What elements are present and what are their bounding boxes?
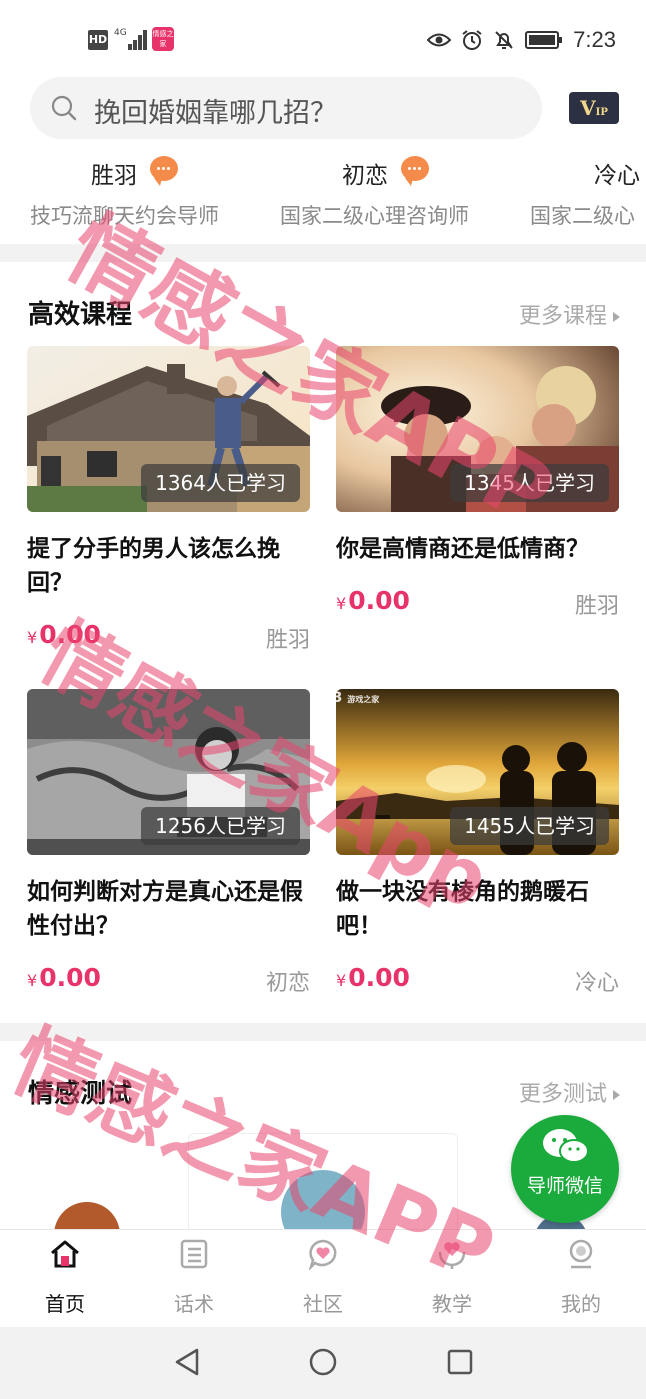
app-notification-icon: 情感之家 [152, 27, 174, 51]
list-icon [180, 1239, 208, 1269]
wechat-label: 导师微信 [526, 1175, 603, 1197]
home-circle-icon[interactable] [308, 1347, 338, 1377]
more-tests-link[interactable]: 更多测试 [519, 1076, 620, 1108]
mentor-desc: 国家二级心理咨询师 [280, 204, 469, 228]
tab-label: 首页 [45, 1292, 85, 1316]
course-author: 冷心 [574, 971, 619, 996]
course-price: ¥0.00 [336, 963, 410, 992]
tab-label: 社区 [303, 1292, 343, 1316]
test-card[interactable] [188, 1133, 458, 1254]
course-card[interactable]: 1364人已学习 提了分手的男人该怎么挽回？ ¥0.00 胜羽 [27, 346, 310, 666]
hd-indicator: HD [88, 30, 108, 50]
k73-watermark: K73 游戏之家 [312, 690, 380, 706]
tab-home[interactable]: 首页 [15, 1230, 115, 1328]
tab-label: 我的 [561, 1292, 601, 1316]
tab-label: 话术 [174, 1292, 214, 1316]
course-card[interactable]: 1345人已学习 你是高情商还是低情商？ ¥0.00 胜羽 [336, 346, 619, 626]
chat-bubble-icon [401, 156, 429, 186]
course-thumbnail: 1364人已学习 [27, 346, 310, 512]
course-title: 提了分手的男人该怎么挽回？ [27, 536, 280, 596]
mentor-desc: 技巧流聊天约会导师 [30, 204, 219, 228]
course-title: 如何判断对方是真心还是假性付出？ [27, 879, 303, 939]
search-placeholder: 挽回婚姻靠哪几招？ [94, 98, 337, 129]
home-icon [51, 1240, 79, 1268]
mentor-item[interactable]: 胜羽 技巧流聊天约会导师 [0, 150, 250, 230]
status-bar: HD 4G 情感之家 7:23 [0, 0, 646, 76]
search-icon [51, 95, 77, 121]
clock: 7:23 [573, 27, 616, 52]
tests-section-title: 情感测试 [28, 1079, 133, 1109]
signal-icon: 4G [114, 28, 148, 52]
system-nav-bar [0, 1327, 646, 1399]
test-card[interactable] [20, 1180, 185, 1268]
more-courses-link[interactable]: 更多课程 [519, 298, 620, 330]
course-title: 你是高情商还是低情商？ [336, 536, 589, 562]
teach-icon [438, 1242, 466, 1269]
battery-icon [525, 31, 563, 49]
mentor-item[interactable]: 初恋 国家二级心理咨询师 [250, 150, 500, 230]
search-bar[interactable]: 挽回婚姻靠哪几招？ [30, 77, 542, 139]
mentor-item[interactable]: 冷心 国家二级心 [500, 150, 646, 230]
mentor-strip[interactable]: 胜羽 技巧流聊天约会导师 初恋 国家二级心理咨询师 冷心 国家二级心 [0, 150, 646, 230]
mentor-name: 胜羽 [91, 163, 137, 189]
tab-scripts[interactable]: 话术 [144, 1230, 244, 1328]
course-price: ¥0.00 [27, 963, 101, 992]
eye-icon [427, 33, 452, 47]
course-author: 胜羽 [574, 594, 619, 619]
learner-count: 1345人已学习 [450, 464, 609, 502]
mentor-name: 冷心 [594, 163, 640, 189]
vip-button[interactable]: VIP [569, 92, 619, 124]
course-thumbnail: 1256人已学习 [27, 689, 310, 855]
community-icon [308, 1239, 337, 1270]
course-price: ¥0.00 [336, 586, 410, 615]
wechat-icon [543, 1129, 589, 1163]
course-thumbnail: 1455人已学习 [336, 689, 619, 855]
mentor-desc: 国家二级心 [530, 204, 635, 228]
profile-icon [569, 1239, 593, 1269]
course-card[interactable]: 1256人已学习 如何判断对方是真心还是假性付出？ ¥0.00 初恋 [27, 689, 310, 1009]
tab-label: 教学 [432, 1292, 472, 1316]
section-divider [0, 244, 646, 262]
tab-teaching[interactable]: 教学 [402, 1230, 502, 1328]
course-price: ¥0.00 [27, 620, 101, 649]
bottom-tab-bar: 首页 话术 社区 教学 我的 [0, 1229, 646, 1327]
chat-bubble-icon [150, 156, 178, 186]
tab-community[interactable]: 社区 [273, 1230, 373, 1328]
course-thumbnail: 1345人已学习 [336, 346, 619, 512]
course-author: 初恋 [265, 971, 310, 996]
tab-profile[interactable]: 我的 [531, 1230, 631, 1328]
alarm-icon [462, 30, 482, 50]
learner-count: 1256人已学习 [141, 807, 300, 845]
course-author: 胜羽 [265, 628, 310, 653]
course-card[interactable]: 1455人已学习 做一块没有棱角的鹅暖石吧！ ¥0.00 冷心 [336, 689, 619, 1009]
courses-section-title: 高效课程 [28, 300, 133, 330]
course-title: 做一块没有棱角的鹅暖石吧！ [336, 879, 589, 939]
learner-count: 1364人已学习 [141, 464, 300, 502]
learner-count: 1455人已学习 [450, 807, 609, 845]
section-divider [0, 1023, 646, 1041]
back-icon[interactable] [173, 1347, 201, 1377]
mentor-name: 初恋 [342, 163, 388, 189]
mute-bell-icon [495, 31, 513, 49]
recents-icon[interactable] [446, 1347, 474, 1377]
wechat-contact-button[interactable]: 导师微信 [511, 1115, 619, 1223]
